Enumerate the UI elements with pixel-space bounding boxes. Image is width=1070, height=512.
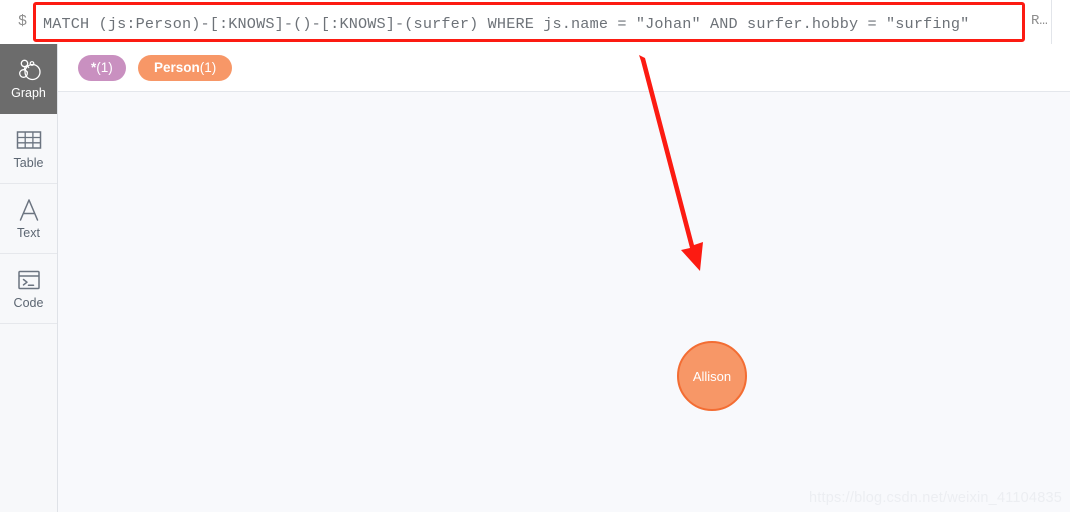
query-input[interactable]: MATCH (js:Person)-[:KNOWS]-()-[:KNOWS]-(… [33, 2, 1025, 42]
table-icon [16, 127, 42, 153]
watermark: https://blog.csdn.net/weixin_41104835 [808, 490, 1062, 506]
legend-chip-person[interactable]: Person(1) [138, 55, 233, 81]
prompt-symbol: $ [18, 13, 28, 30]
sidebar-item-label: Table [13, 156, 44, 171]
sidebar-item-label: Graph [11, 86, 46, 101]
code-icon [16, 267, 42, 293]
legend-chip-count: (1) [96, 60, 113, 75]
legend-chip-all[interactable]: *(1) [78, 55, 126, 81]
legend-chip-count: (1) [199, 60, 217, 75]
sidebar-item-code[interactable]: Code [0, 254, 57, 324]
query-bar-divider [1051, 0, 1052, 44]
view-mode-sidebar: Graph Table Text Code [0, 44, 58, 512]
graph-node[interactable]: Allison [677, 341, 747, 411]
legend-chips-bar: *(1) Person(1) [58, 44, 1070, 92]
query-bar: $ MATCH (js:Person)-[:KNOWS]-()-[:KNOWS]… [0, 0, 1070, 44]
query-text: MATCH (js:Person)-[:KNOWS]-()-[:KNOWS]-(… [43, 15, 970, 33]
graph-node-label: Allison [692, 368, 732, 384]
query-overflow-indicator: R… [1031, 13, 1048, 29]
graph-result-panel: *(1) Person(1) Allison https://blog.csdn… [58, 44, 1070, 512]
sidebar-item-text[interactable]: Text [0, 184, 57, 254]
graph-icon [16, 57, 42, 83]
sidebar-item-label: Text [17, 226, 40, 241]
graph-canvas[interactable]: Allison https://blog.csdn.net/weixin_411… [58, 92, 1070, 512]
sidebar-item-graph[interactable]: Graph [0, 44, 57, 114]
text-icon [16, 197, 42, 223]
sidebar-item-table[interactable]: Table [0, 114, 57, 184]
sidebar-item-label: Code [13, 296, 44, 311]
legend-chip-name: Person [154, 60, 200, 75]
